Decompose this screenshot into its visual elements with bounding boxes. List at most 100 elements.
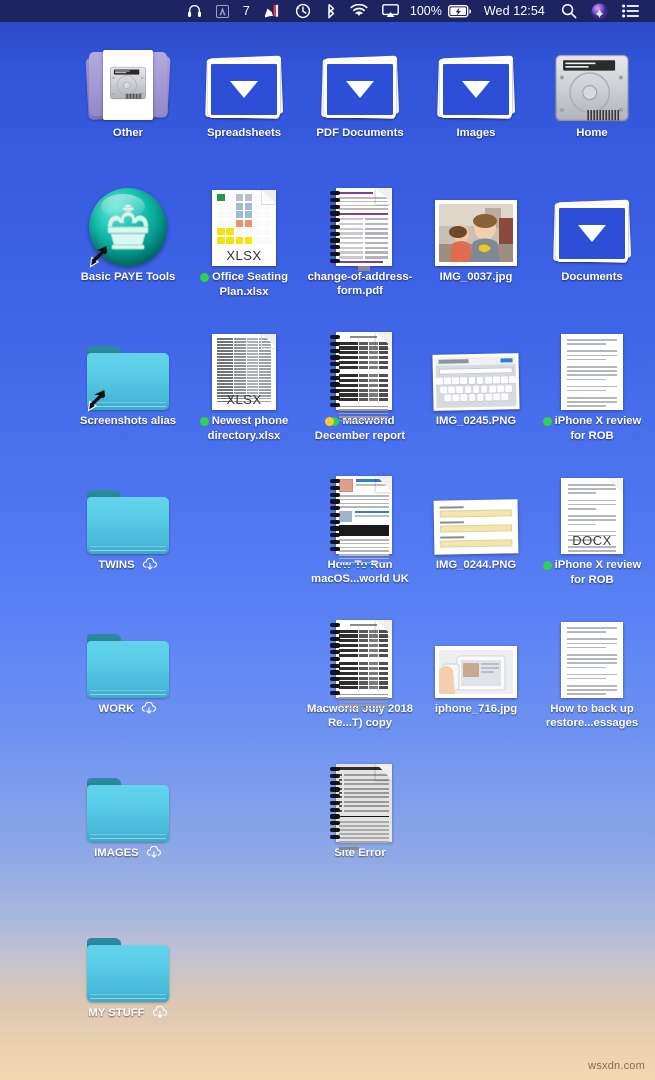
desktop-icon-home[interactable]: Home [534,38,650,140]
icon-label-text: Other [112,127,144,139]
menu-bar: 7 100% Wed 12:54 [0,0,655,22]
desktop-icon-macworld-july-2018[interactable]: Macworld July 2018 Re...T) copy [302,614,418,730]
icloud-download-icon [142,558,157,570]
folder-icon [87,346,169,412]
icon-label: IMG_0245.PNG [436,414,516,428]
headphones-icon[interactable] [180,0,209,22]
icon-label-text: Office Seating Plan.xlsx [212,271,288,298]
text-document-icon [561,334,623,410]
desktop-icon-change-of-address-form[interactable]: change-of-address-form.pdf [302,182,418,298]
desktop-icon-img-0244[interactable]: IMG_0244.PNG [418,470,534,572]
icon-label-text: Images [456,127,496,139]
desktop-icon-macworld-december-report[interactable]: Macworld December report [302,326,418,443]
basic-paye-tools-art [82,182,174,268]
icon-label-text: Home [576,127,608,139]
other-art [82,38,174,122]
office-seating-plan-art: XLSX [198,182,290,266]
tag-dot-green [542,417,552,426]
tag-dot-green [542,561,552,570]
app-icon [89,188,167,268]
icon-label: iphone_716.jpg [435,702,517,716]
folder-icon [87,634,169,698]
icon-label-text: PDF Documents [316,127,404,139]
battery-icon [447,4,471,17]
icon-label-text: Documents [561,271,623,283]
crown-icon [107,204,149,250]
icon-label-text: IMG_0244.PNG [435,559,517,571]
airplay-icon[interactable] [375,0,406,22]
desktop-icon-spreadsheets[interactable]: Spreadsheets [186,38,302,140]
stack-icon [552,199,632,266]
spreadsheet-file-icon: XLSX [212,334,276,410]
tag-dots [199,415,209,429]
iphone-716-art [430,614,522,698]
desktop-icon-iphone-716[interactable]: iphone_716.jpg [418,614,534,716]
spreadsheets-art [198,38,290,122]
wifi-icon[interactable] [343,0,375,22]
bluetooth-icon[interactable] [318,0,343,22]
desktop-icon-images-folder[interactable]: IMAGES [70,758,186,860]
desktop-icon-work[interactable]: WORK [70,614,186,716]
macworld-december-report-art [314,326,406,422]
screenshots-alias-art [82,326,174,412]
desktop-icon-my-stuff[interactable]: MY STUFF [70,918,186,1020]
adobe-icon[interactable] [209,0,236,22]
images-stack-art [430,38,522,122]
icon-label: Screenshots alias [80,414,176,428]
icon-label: IMG_0037.jpg [440,270,513,284]
icon-label: Spreadsheets [207,126,281,140]
desktop-icon-images-stack[interactable]: Images [418,38,534,140]
desktop-icon-how-to-back-up[interactable]: How to back up restore...essages [534,614,650,730]
icon-label: How to back up restore...essages [534,702,650,730]
desktop-icon-img-0037[interactable]: IMG_0037.jpg [418,182,534,284]
desktop-icon-how-to-run-macos[interactable]: How To Run macOS...world UK [302,470,418,586]
file-extension-badge: DOCX [572,533,612,548]
img-0037-art [430,182,522,266]
desktop-icon-documents[interactable]: Documents [534,182,650,284]
macworld-july-2018-art [314,614,406,710]
siri-icon[interactable] [584,0,615,22]
desktop-icon-office-seating-plan[interactable]: XLSX Office Seating Plan.xlsx [186,182,302,299]
icon-label: Documents [561,270,623,284]
menu-bar-clock[interactable]: Wed 12:54 [478,0,554,22]
search-icon[interactable] [554,0,584,22]
desktop-icon-grid[interactable]: Other Spreadsheets PDF Documents Images … [0,22,655,1080]
icon-label-text: Basic PAYE Tools [80,271,176,283]
desktop-icon-other[interactable]: Other [70,38,186,140]
icon-label-text: Spreadsheets [206,127,282,139]
icon-label-text: Newest phone directory.xlsx [207,415,289,442]
icon-label-text: TWINS [98,559,135,571]
time-machine-icon[interactable] [288,0,318,22]
desktop-icon-pdf-documents[interactable]: PDF Documents [302,38,418,140]
icon-label: WORK [99,702,158,716]
img-0245-art [430,326,522,411]
img-0244-art [430,470,522,555]
seven-indicator[interactable]: 7 [236,0,257,22]
desktop-icon-screenshots-alias[interactable]: Screenshots alias [70,326,186,428]
twins-art [82,470,174,554]
photo-thumbnail [433,499,519,555]
desktop-icon-img-0245[interactable]: IMG_0245.PNG [418,326,534,428]
work-art [82,614,174,698]
notification-center-icon[interactable] [615,0,647,22]
desktop-icon-basic-paye-tools[interactable]: Basic PAYE Tools [70,182,186,284]
textexpander-icon[interactable] [257,0,288,22]
desktop-icon-newest-phone-directory[interactable]: XLSX Newest phone directory.xlsx [186,326,302,443]
battery-status[interactable]: 100% [406,4,478,18]
pdf-documents-art [314,38,406,122]
desktop-icon-site-error[interactable]: Site Error [302,758,418,860]
how-to-run-macos-art [314,470,406,568]
bound-document-icon [328,764,392,850]
desktop-icon-iphone-x-review-rob-2[interactable]: DOCX iPhone X review for ROB [534,470,650,587]
icon-label: PDF Documents [316,126,403,140]
iphone-x-review-rob-2-art: DOCX [546,470,638,554]
icon-label-text: IMAGES [94,847,139,859]
desktop-icon-iphone-x-review-rob-1[interactable]: iPhone X review for ROB [534,326,650,443]
icon-label-text: iphone_716.jpg [434,703,518,715]
icon-label: Basic PAYE Tools [81,270,176,284]
folder-icon [87,778,169,842]
icloud-download-icon [146,846,161,858]
desktop-icon-twins[interactable]: TWINS [70,470,186,572]
icon-label-text: How to back up restore...essages [545,703,639,729]
bound-document-icon [328,620,392,710]
